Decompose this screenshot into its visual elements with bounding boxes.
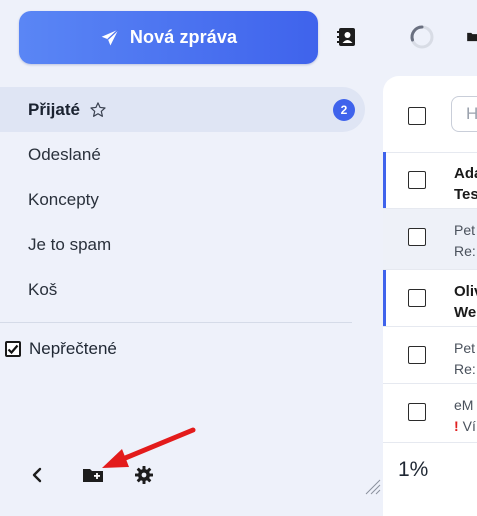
mail-row-checkbox[interactable] — [408, 228, 426, 246]
sidebar-item-label: Koncepty — [28, 189, 99, 209]
chevron-left-icon[interactable] — [25, 463, 49, 487]
mail-row[interactable]: Pet Re: — [383, 327, 477, 384]
mail-subject: Re: — [454, 361, 476, 377]
mail-row-checkbox[interactable] — [408, 403, 426, 421]
folder-list: Přijaté 2 Odeslané Koncepty Je to spam K… — [0, 87, 370, 312]
sidebar-item-spam[interactable]: Je to spam — [0, 222, 370, 267]
sidebar-item-sent[interactable]: Odeslané — [0, 132, 370, 177]
mail-subject-text: Ví — [462, 418, 476, 434]
loading-spinner-icon — [407, 22, 437, 52]
mail-sender: Pet — [454, 340, 476, 356]
gear-icon[interactable] — [132, 463, 156, 487]
new-message-label: Nová zpráva — [129, 27, 238, 47]
mail-subject: ! Ví — [454, 418, 476, 434]
sidebar-item-drafts[interactable]: Koncepty — [0, 177, 370, 222]
mail-row[interactable]: Pet Re: — [383, 209, 477, 270]
progress-percent: 1% — [398, 458, 429, 481]
mail-subject: Tes — [454, 186, 477, 203]
mail-subject: We — [454, 304, 477, 321]
mail-sender: Pet — [454, 222, 476, 238]
mail-row[interactable]: Oliv We — [383, 270, 477, 327]
mail-row[interactable]: Ada Tes — [383, 152, 477, 209]
mail-sender: eM — [454, 397, 474, 413]
mail-list-header: H — [383, 76, 477, 153]
sidebar-item-label: Přijaté — [28, 99, 80, 119]
sidebar-item-inbox[interactable]: Přijaté 2 — [0, 87, 365, 132]
folder-icon[interactable] — [466, 27, 477, 47]
sidebar-divider — [0, 322, 352, 323]
mail-sender: Oliv — [454, 283, 477, 300]
new-message-button[interactable]: Nová zpráva — [19, 11, 318, 64]
unread-filter-toggle[interactable]: Nepřečtené — [5, 339, 117, 359]
sidebar-item-trash[interactable]: Koš — [0, 267, 370, 312]
mail-list-panel: H Ada Tes Pet Re: Oliv We Pet Re: eM !Ví… — [383, 76, 477, 516]
sidebar-item-label: Je to spam — [28, 234, 112, 254]
mail-sender: Ada — [454, 165, 477, 182]
unread-filter-checkbox[interactable] — [5, 341, 21, 357]
mail-row-checkbox[interactable] — [408, 289, 426, 307]
contacts-icon[interactable] — [333, 23, 361, 51]
checkmark-icon — [7, 344, 19, 355]
mail-row-checkbox[interactable] — [408, 171, 426, 189]
search-input[interactable]: H — [451, 96, 477, 132]
folder-manage-icon[interactable] — [81, 463, 105, 487]
mail-row-checkbox[interactable] — [408, 346, 426, 364]
mail-subject: Re: — [454, 243, 476, 259]
priority-mark: ! — [454, 418, 459, 434]
paper-plane-icon — [101, 28, 119, 45]
star-outline-icon[interactable] — [89, 101, 107, 119]
resize-grip-icon[interactable] — [362, 476, 382, 496]
unread-filter-label: Nepřečtené — [29, 339, 117, 358]
select-all-checkbox[interactable] — [408, 107, 426, 125]
sidebar-item-label: Odeslané — [28, 144, 101, 164]
sidebar-item-label: Koš — [28, 279, 58, 299]
unread-count-badge: 2 — [333, 99, 355, 121]
mail-row[interactable]: eM ! Ví — [383, 384, 477, 443]
